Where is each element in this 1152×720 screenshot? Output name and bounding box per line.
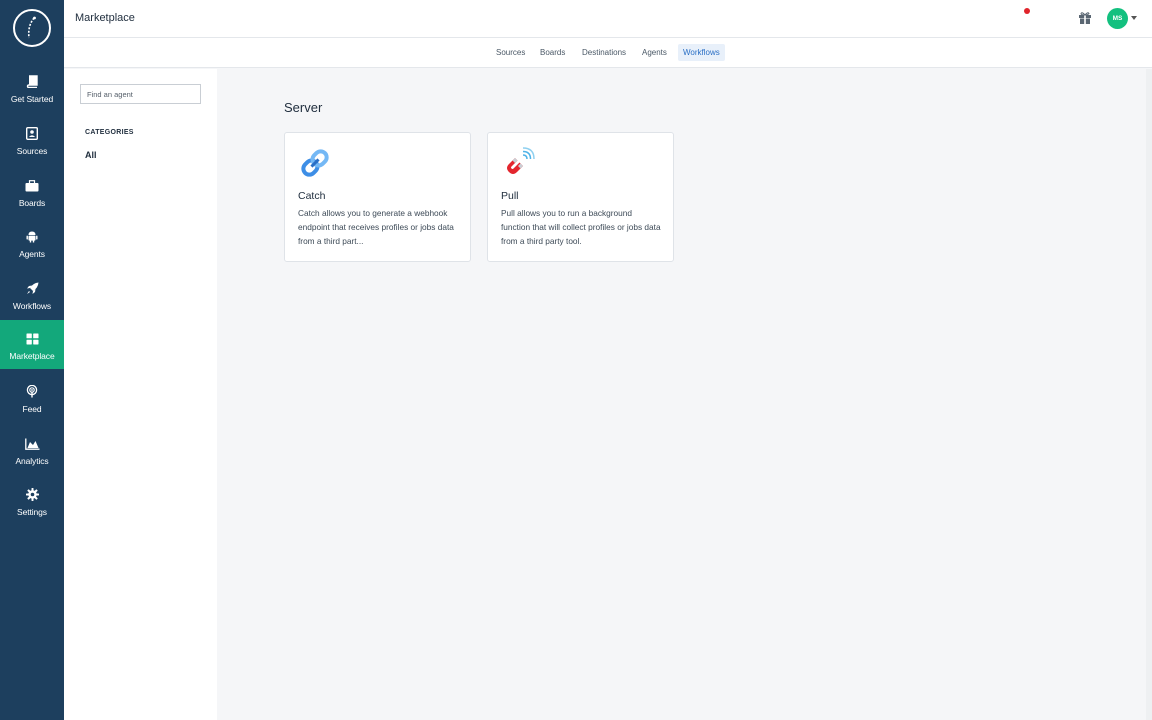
chain-link-icon: [298, 146, 332, 180]
filter-panel: CATEGORIES All: [64, 69, 217, 720]
nav-item-agents[interactable]: Agents: [0, 223, 64, 271]
tab-workflows[interactable]: Workflows: [678, 44, 725, 61]
gear-icon: [0, 488, 64, 502]
page-title: Marketplace: [75, 12, 135, 24]
briefcase-icon: [0, 179, 64, 193]
grid-icon: [0, 332, 64, 346]
nav-item-analytics[interactable]: Analytics: [0, 430, 64, 478]
section-title: Server: [284, 100, 323, 115]
nav-item-label: Marketplace: [9, 351, 55, 361]
book-icon: [0, 75, 64, 89]
contact-card-icon: [0, 127, 64, 141]
nav-item-label: Analytics: [15, 456, 49, 466]
magnet-signal-icon: [501, 146, 535, 180]
nav-item-label: Feed: [22, 404, 42, 414]
categories-heading: CATEGORIES: [85, 129, 134, 136]
top-header: Marketplace: [64, 0, 1152, 38]
nav-item-label: Boards: [18, 198, 46, 208]
card-title: Pull: [501, 190, 519, 202]
logo-icon[interactable]: [13, 9, 51, 47]
search-input[interactable]: [80, 84, 201, 104]
scrollbar[interactable]: [1146, 69, 1152, 720]
tab-agents[interactable]: Agents: [637, 44, 672, 61]
nav-item-label: Get Started: [10, 94, 54, 104]
gift-icon[interactable]: [1078, 11, 1092, 25]
nav-item-feed[interactable]: Feed: [0, 378, 64, 426]
nav-item-workflows[interactable]: Workflows: [0, 275, 64, 323]
card-description: Pull allows you to run a background func…: [501, 208, 661, 246]
tab-boards[interactable]: Boards: [535, 44, 570, 61]
avatar[interactable]: MS: [1107, 8, 1128, 29]
rocket-icon: [0, 282, 64, 296]
left-nav: Get Started Sources Boards Agents Workfl…: [0, 0, 64, 720]
android-icon: [0, 230, 64, 244]
card-description: Catch allows you to generate a webhook e…: [298, 208, 454, 246]
nav-item-marketplace[interactable]: Marketplace: [0, 320, 64, 369]
chevron-down-icon[interactable]: [1131, 16, 1137, 20]
nav-item-label: Agents: [19, 249, 45, 259]
nav-item-settings[interactable]: Settings: [0, 481, 64, 529]
nav-item-label: Settings: [17, 507, 47, 517]
card-title: Catch: [298, 190, 326, 202]
nav-item-label: Workflows: [12, 301, 52, 311]
agent-card-catch[interactable]: Catch Catch allows you to generate a web…: [284, 132, 471, 262]
tab-bar: Sources Boards Destinations Agents Workf…: [64, 38, 1152, 68]
nav-item-label: Sources: [16, 146, 48, 156]
tab-sources[interactable]: Sources: [491, 44, 530, 61]
area-chart-icon: [0, 437, 64, 451]
nav-item-boards[interactable]: Boards: [0, 172, 64, 220]
podcast-icon: [0, 385, 64, 399]
notification-dot: [1024, 8, 1030, 14]
tab-destinations[interactable]: Destinations: [577, 44, 631, 61]
category-all[interactable]: All: [85, 150, 97, 160]
agent-card-pull[interactable]: Pull Pull allows you to run a background…: [487, 132, 674, 262]
nav-item-sources[interactable]: Sources: [0, 120, 64, 168]
nav-item-get-started[interactable]: Get Started: [0, 68, 64, 116]
